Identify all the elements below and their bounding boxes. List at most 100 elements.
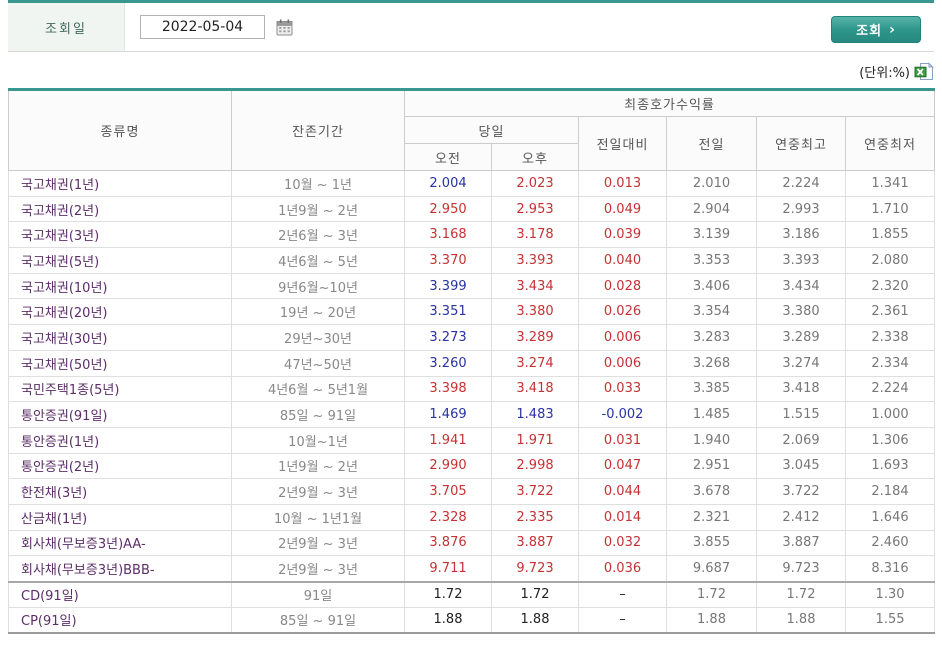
yield-prev-day: 1.485 [666,401,757,428]
yearly-low: 2.460 [844,529,936,557]
yearly-high: 9.723 [756,555,846,582]
remaining-period: 47년~50년 [231,349,405,377]
yield-pm: 3.393 [491,247,579,274]
yearly-high: 3.289 [756,324,846,351]
yearly-low: 2.338 [844,324,936,351]
yield-pm: 3.418 [491,375,579,403]
remaining-period: 2년9월 ~ 3년 [231,478,405,505]
table-row: 국고채권(5년) 4년6월 ~ 5년 3.370 3.393 0.040 3.353 3.3… [8,247,936,274]
remaining-period: 2년9월 ~ 3년 [231,529,405,557]
yield-prev-day: 3.406 [666,272,757,300]
remaining-period: 4년6월 ~ 5년1월 [231,375,405,403]
header-am: 오전 [404,143,492,171]
unit-label: (단위:%) [859,66,910,81]
yearly-low: 1.693 [844,452,936,480]
yield-prev-day: 3.353 [666,247,757,274]
yield-pm: 3.722 [491,478,579,505]
yield-prev-day: 3.283 [666,324,757,351]
yield-am: 2.004 [404,170,492,197]
yield-am: 3.705 [404,478,492,505]
table-header: 종류명 잔존기간 최종호가수익률 당일 전일대비 전일 연중최고 연중최저 오전… [8,89,936,171]
table-row: 통안증권(91일) 85일 ~ 91일 1.469 1.483 -0.002 1.485 1… [8,401,936,428]
change-vs-prev-day: – [578,606,667,634]
yield-am: 3.351 [404,298,492,326]
yield-prev-day: 2.321 [666,503,757,531]
yearly-high: 2.069 [756,426,846,454]
bond-name: 통안증권(1년) [8,426,232,454]
yield-am: 3.260 [404,349,492,377]
yield-prev-day: 3.268 [666,349,757,377]
excel-export-icon[interactable] [914,62,934,81]
query-toolbar: 조회일 조회 › [8,0,934,52]
bond-name: 국민주택1종(5년) [8,375,232,403]
yield-prev-day: 3.855 [666,529,757,557]
bond-name: CP(91일) [8,606,232,634]
table-row: 국고채권(30년) 29년~30년 3.273 3.289 0.006 3.283 3.28… [8,324,936,351]
remaining-period: 29년~30년 [231,324,405,351]
yield-pm: 1.72 [491,580,579,608]
change-vs-prev-day: 0.033 [578,375,667,403]
change-vs-prev-day: 0.028 [578,272,667,300]
yearly-high: 3.418 [756,375,846,403]
bond-name: 국고채권(20년) [8,298,232,326]
yield-prev-day: 3.678 [666,478,757,505]
table-row: CP(91일) 85일 ~ 91일 1.88 1.88–1.88 1.88 1.55 [8,606,936,634]
yield-prev-day: 2.010 [666,170,757,197]
yield-pm: 2.023 [491,170,579,197]
yearly-low: 2.080 [844,247,936,274]
search-button-label: 조회 [856,24,883,39]
change-vs-prev-day: 0.013 [578,170,667,197]
yield-am: 1.88 [404,606,492,634]
yield-pm: 9.723 [491,555,579,582]
remaining-period: 4년6월 ~ 5년 [231,247,405,274]
table-body: 국고채권(1년) 10월 ~ 1년 2.004 2.023 0.013 2.010 2.22… [8,170,936,634]
table-row: 국고채권(3년) 2년6월 ~ 3년 3.168 3.178 0.039 3.139 3.1… [8,221,936,249]
yearly-high: 3.393 [756,247,846,274]
bond-name: 통안증권(2년) [8,452,232,480]
change-vs-prev-day: 0.040 [578,247,667,274]
header-today-group: 당일 [404,116,579,144]
yield-pm: 3.289 [491,324,579,351]
table-row: CD(91일) 91일 1.72 1.72–1.72 1.72 1.30 [8,580,936,608]
bond-name: 한전채(3년) [8,478,232,505]
yield-prev-day: 3.139 [666,221,757,249]
yield-am: 2.328 [404,503,492,531]
change-vs-prev-day: – [578,580,667,608]
bond-name: 국고채권(2년) [8,195,232,223]
yield-am: 9.711 [404,555,492,582]
table-row: 국고채권(50년) 47년~50년 3.260 3.274 0.006 3.268 3.27… [8,349,936,377]
search-button[interactable]: 조회 › [831,16,921,43]
yearly-low: 2.320 [844,272,936,300]
header-year-low: 연중최저 [844,116,936,171]
table-row: 국고채권(20년) 19년 ~ 20년 3.351 3.380 0.026 3.354 3.… [8,298,936,326]
bond-name: 국고채권(5년) [8,247,232,274]
bond-yield-page: 조회일 조회 › (단위:%) [0,0,942,658]
bond-name: 국고채권(10년) [8,272,232,300]
yearly-low: 1.55 [844,606,936,634]
bond-name: 국고채권(30년) [8,324,232,351]
yearly-high: 3.380 [756,298,846,326]
yearly-low: 1.30 [844,580,936,608]
remaining-period: 2년9월 ~ 3년 [231,555,405,582]
remaining-period: 91일 [231,580,405,608]
calendar-icon[interactable] [274,17,294,37]
table-row: 회사채(무보증3년)AA- 2년9월 ~ 3년 3.876 3.887 0.032 3.8… [8,529,936,557]
date-input[interactable] [140,15,265,39]
remaining-period: 1년9월 ~ 2년 [231,452,405,480]
yearly-low: 2.224 [844,375,936,403]
yield-pm: 2.335 [491,503,579,531]
yield-prev-day: 3.354 [666,298,757,326]
yield-pm: 1.483 [491,401,579,428]
yield-am: 2.950 [404,195,492,223]
yield-prev-day: 2.904 [666,195,757,223]
change-vs-prev-day: 0.032 [578,529,667,557]
yearly-high: 3.274 [756,349,846,377]
date-label-cell: 조회일 [8,3,125,51]
yield-prev-day: 1.88 [666,606,757,634]
yield-pm: 3.380 [491,298,579,326]
yearly-low: 2.334 [844,349,936,377]
yield-am: 3.398 [404,375,492,403]
yield-prev-day: 1.72 [666,580,757,608]
change-vs-prev-day: 0.049 [578,195,667,223]
yearly-high: 1.515 [756,401,846,428]
